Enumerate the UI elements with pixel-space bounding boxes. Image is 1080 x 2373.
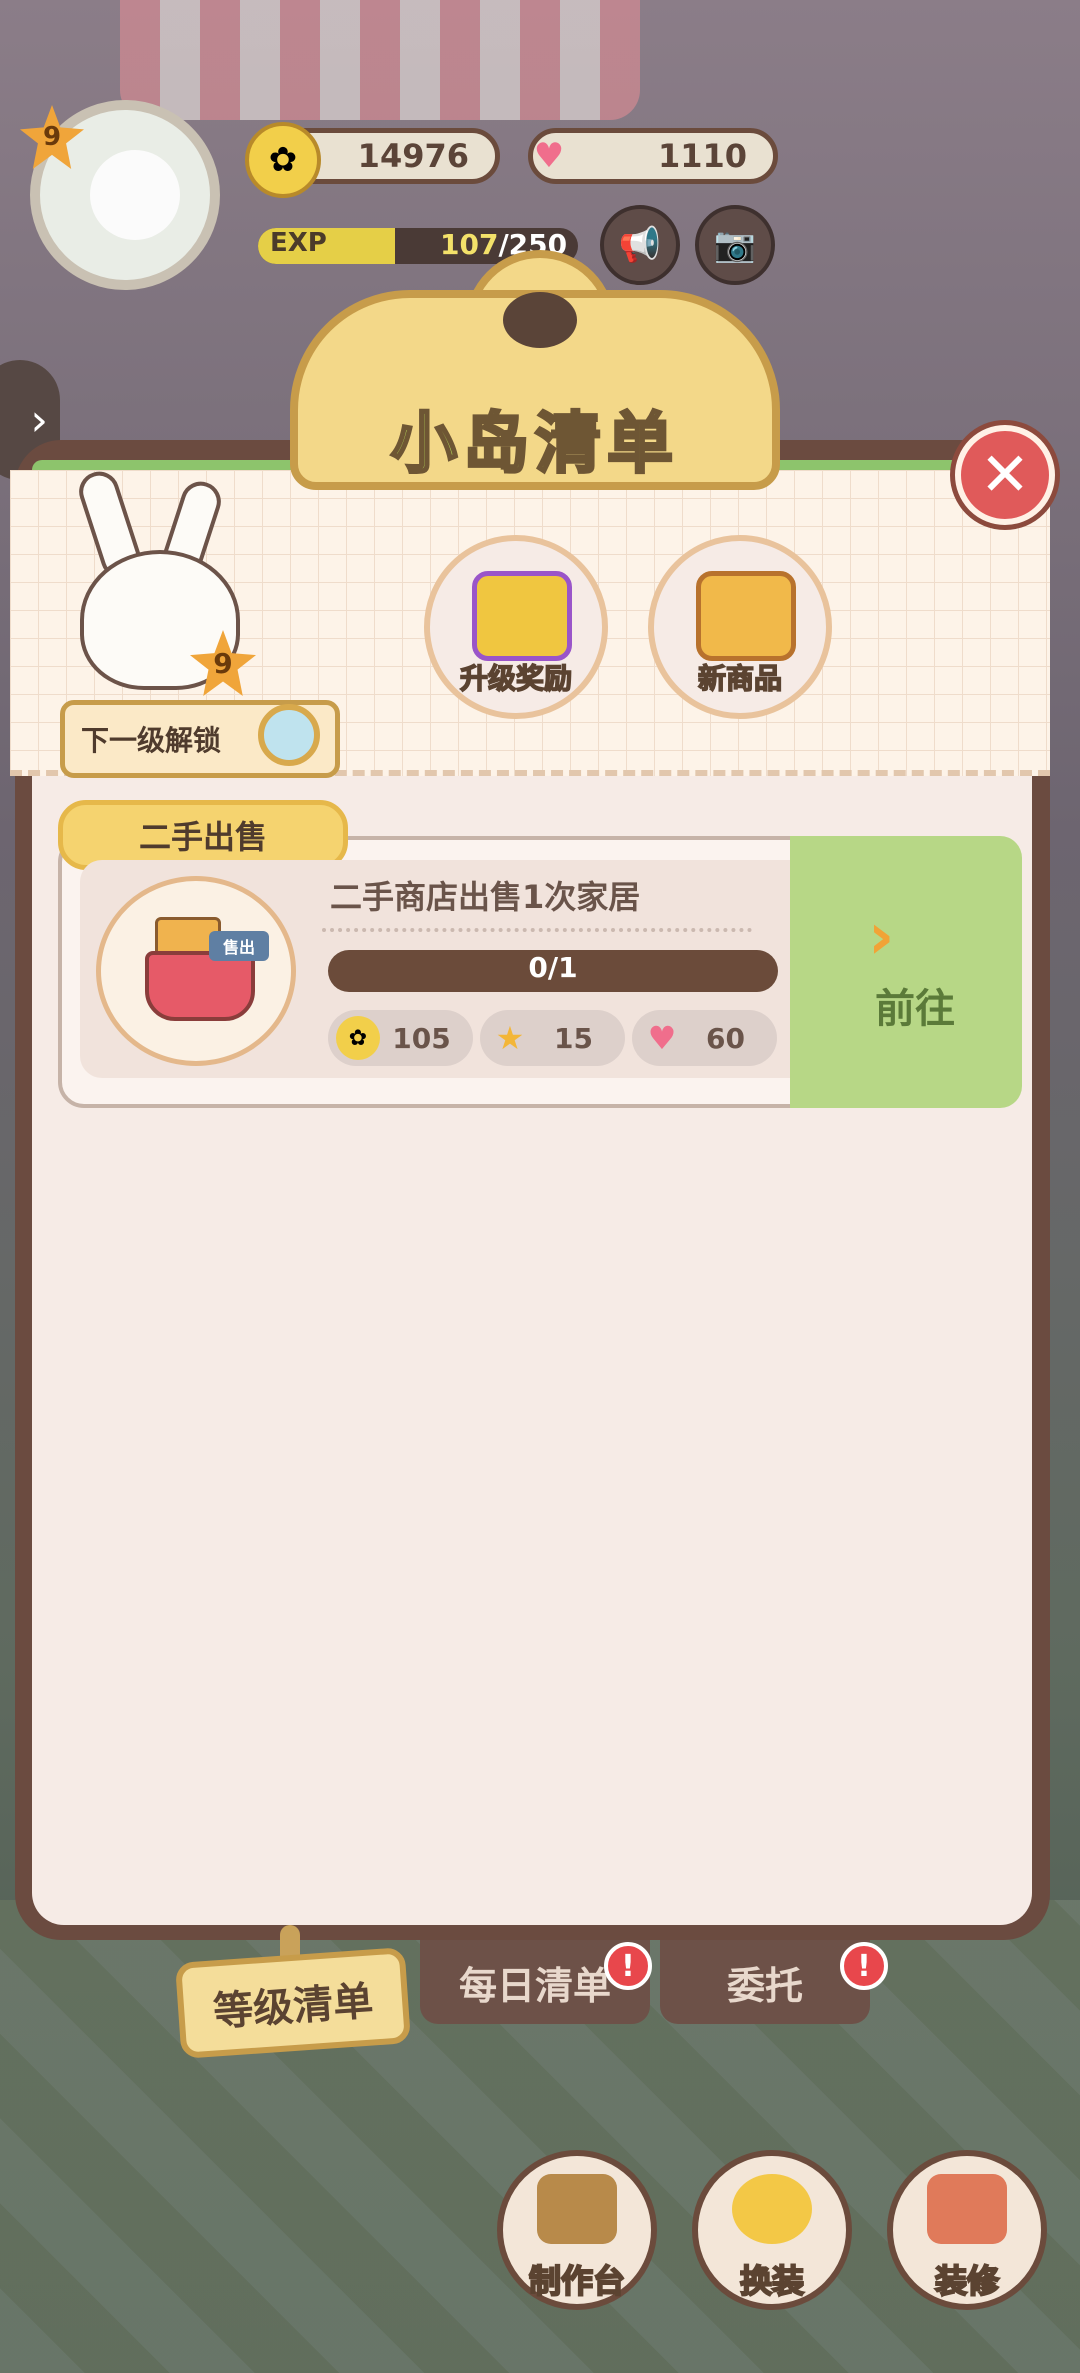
dress-up-label: 换装 xyxy=(739,2261,805,2301)
arrow-right-icon: › xyxy=(868,900,895,974)
tab-daily-list-label: 每日清单 xyxy=(458,1963,611,2008)
upgrade-reward-button[interactable]: 升级奖励 xyxy=(424,535,608,719)
go-button-label[interactable]: 前往 xyxy=(830,976,1000,1034)
camera-icon: 📷 xyxy=(713,225,757,265)
next-level-unlock-label: 下一级解锁 xyxy=(81,724,222,757)
dress-up-button[interactable]: 换装 xyxy=(692,2150,852,2310)
task-progress-text: 0/1 xyxy=(528,951,578,984)
chevron-right-icon: › xyxy=(30,394,48,446)
bunny-avatar-icon xyxy=(90,150,180,240)
heart-icon: ♥ xyxy=(647,1019,677,1057)
reward-heart-value: 60 xyxy=(706,1021,745,1055)
reward-star-value: 15 xyxy=(554,1021,593,1055)
bag-icon xyxy=(696,571,796,661)
sell-tag: 售出 xyxy=(209,931,269,961)
exp-current: 107 xyxy=(440,228,499,261)
coin-icon: ✿ xyxy=(336,1016,380,1060)
reward-star: ★ 15 xyxy=(480,1010,625,1066)
heart-count: 1110 xyxy=(657,137,747,175)
paint-roller-icon xyxy=(927,2174,1007,2244)
upgrade-reward-label: 升级奖励 xyxy=(459,661,573,696)
title-sign-hole xyxy=(503,292,577,348)
panel-title: 小岛清单 xyxy=(390,404,679,484)
shop-awning xyxy=(120,0,640,120)
magnifier-icon xyxy=(258,704,320,766)
coin-count: 14976 xyxy=(357,137,469,175)
crafting-table-button[interactable]: 制作台 xyxy=(497,2150,657,2310)
reward-coin-value: 105 xyxy=(392,1021,451,1055)
coin-icon: ✿ xyxy=(245,122,321,198)
close-icon: ✕ xyxy=(979,440,1031,510)
tab-level-list-label: 等级清单 xyxy=(211,1978,375,2036)
crafting-table-label: 制作台 xyxy=(528,2261,626,2301)
new-items-button[interactable]: 新商品 xyxy=(648,535,832,719)
go-button[interactable] xyxy=(790,836,1022,1108)
heart-icon: ♥ xyxy=(533,136,565,176)
tab-commission-label: 委托 xyxy=(726,1963,803,2008)
exp-label: EXP xyxy=(270,228,327,258)
star-shirt-icon xyxy=(732,2174,812,2244)
commission-alert-icon: ! xyxy=(840,1942,888,1990)
tab-level-list[interactable]: 等级清单 xyxy=(174,1947,412,2059)
task-title: 二手商店出售1次家居 xyxy=(330,878,641,916)
camera-button[interactable]: 📷 xyxy=(695,205,775,285)
basket-icon xyxy=(145,951,255,1021)
megaphone-icon: 📢 xyxy=(618,225,662,265)
task-image: 售出 xyxy=(96,876,296,1066)
dotted-divider xyxy=(322,928,752,932)
gift-box-icon xyxy=(472,571,572,661)
reward-heart: ♥ 60 xyxy=(632,1010,777,1066)
close-button[interactable]: ✕ xyxy=(955,425,1055,525)
new-items-label: 新商品 xyxy=(697,661,783,696)
decorate-label: 装修 xyxy=(934,2261,1000,2301)
workbench-icon xyxy=(537,2174,617,2244)
daily-list-alert-icon: ! xyxy=(604,1942,652,1990)
announcement-button[interactable]: 📢 xyxy=(600,205,680,285)
decorate-button[interactable]: 装修 xyxy=(887,2150,1047,2310)
star-icon: ★ xyxy=(495,1019,525,1057)
tab-commission[interactable]: 委托 xyxy=(660,1940,870,2024)
reward-coin: ✿ 105 xyxy=(328,1010,473,1066)
